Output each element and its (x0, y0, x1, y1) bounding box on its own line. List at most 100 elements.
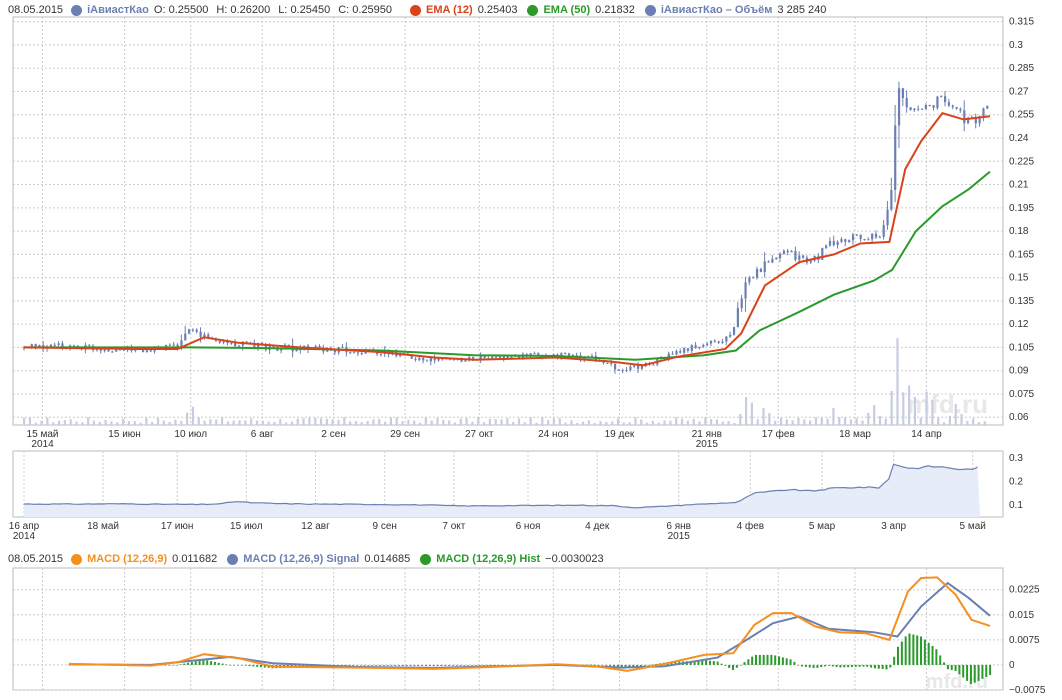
macd-hist-bar (900, 641, 903, 665)
candle-body (686, 348, 690, 351)
x-tick-label: 6 авг (251, 429, 274, 440)
y-tick-label: 0.06 (1009, 412, 1029, 423)
macd-hist-bar (217, 662, 220, 665)
volume-bar (983, 421, 986, 425)
nav-x-tick-label: 17 июн (161, 521, 194, 532)
candle-body (802, 255, 805, 258)
volume-bar (110, 421, 113, 425)
macd-y-tick-label: 0.0075 (1009, 635, 1040, 646)
volume-bar (63, 419, 66, 425)
x-tick-label: 27 окт (465, 429, 494, 440)
volume-bar (220, 417, 224, 425)
volume-bar (174, 419, 177, 425)
volume-bar (651, 420, 655, 425)
macd-panel[interactable]: −0.007500.00750.0150.0225mfd.ru (12, 567, 1046, 696)
x-tick-label: 24 ноя (538, 429, 568, 440)
candle-body (913, 108, 916, 111)
volume-bar (867, 412, 870, 425)
candle-body (640, 365, 644, 369)
candle-body (920, 108, 924, 110)
candle-body (115, 349, 118, 352)
volume-bar (657, 422, 660, 425)
volume-bar (232, 420, 235, 425)
volume-bar (512, 421, 515, 425)
candle-body (314, 346, 317, 348)
candle-body (871, 233, 874, 240)
candle-body (851, 234, 855, 241)
candle-body (195, 329, 198, 332)
macd-hist-bar (252, 664, 255, 667)
candle-body (230, 342, 233, 344)
macd-hist-bar (774, 655, 777, 665)
nav-x-tick-label: 18 май (87, 521, 119, 532)
macd-hist-bar (735, 664, 738, 668)
macd-hist-bar (973, 664, 976, 683)
candle-body (107, 349, 110, 352)
y-tick-label: 0.21 (1009, 180, 1029, 191)
volume-bar (908, 385, 911, 425)
volume-bar (838, 417, 841, 425)
candle-body (744, 282, 747, 299)
volume-bar (628, 422, 631, 425)
macd-y-tick-label: 0 (1009, 660, 1015, 671)
volume-bar (267, 421, 270, 425)
candle-body (878, 236, 881, 238)
candle-body (414, 358, 417, 360)
nav-x-tick-label: 15 июл (230, 521, 263, 532)
volume-bar (366, 420, 369, 425)
macd-hist-bar (355, 664, 358, 666)
candle-body (947, 102, 951, 106)
candle-body (959, 108, 962, 111)
macd-hist-bar (789, 659, 792, 665)
macd-hist-bar (827, 664, 830, 666)
candle-body (191, 329, 195, 331)
candle-body (882, 225, 885, 237)
macd-hist-bar (244, 664, 247, 666)
watermark: mfd.ru (907, 389, 988, 419)
macd-hist-bar (724, 664, 727, 666)
nav-x-tick-label: 12 авг (301, 521, 330, 532)
macd-hist-bar (946, 664, 949, 670)
volume-bar (535, 422, 538, 425)
volume-bar (972, 418, 975, 425)
chart-canvas[interactable]: 0.06 0.075 0.09 0.105 0.12 0.135 0.15 0.165 0.18… (0, 0, 1062, 700)
candle-body (763, 261, 766, 273)
candle-body (422, 357, 425, 361)
macd-hist-bar (843, 664, 846, 668)
volume-bar (966, 420, 969, 425)
macd-hist-bar (812, 664, 815, 668)
macd-hist-bar (233, 664, 236, 666)
macd-hist-bar (908, 633, 911, 665)
macd-hist-bar (643, 664, 646, 666)
macd-hist-bar (866, 664, 869, 667)
macd-hist-bar (870, 664, 873, 668)
macd-hist-bar (167, 664, 170, 666)
volume-bar (448, 420, 451, 425)
volume-bar (226, 421, 229, 425)
candle-body (859, 234, 862, 240)
navigator-panel[interactable]: 16 апр201418 май 17 июн 15 июл 12 авг 9 сен 7… (9, 450, 1024, 542)
volume-bar (273, 421, 276, 425)
candle-body (675, 351, 678, 355)
macd-hist-bar (873, 664, 876, 669)
macd-hist-bar (989, 664, 992, 675)
volume-bar (675, 417, 678, 425)
macd-hist-bar (432, 664, 435, 666)
macd-hist-bar (359, 664, 362, 666)
macd-hist-bar (490, 664, 493, 666)
macd-hist-bar (256, 664, 259, 667)
macd-hist-bar (927, 642, 930, 665)
candle-body (145, 350, 149, 352)
candle-body (855, 234, 858, 236)
candle-body (495, 356, 498, 358)
y-tick-label: 0.12 (1009, 319, 1029, 330)
candle-body (732, 327, 736, 335)
macd-hist-bar (816, 664, 819, 668)
main-price-panel[interactable]: 0.06 0.075 0.09 0.105 0.12 0.135 0.15 0.165 0.18… (12, 16, 1034, 450)
volume-bar (931, 400, 934, 425)
macd-hist-bar (739, 664, 742, 666)
volume-bar (378, 418, 381, 425)
candle-body (349, 352, 352, 354)
candle-body (360, 353, 363, 355)
volume-bar (710, 418, 713, 425)
